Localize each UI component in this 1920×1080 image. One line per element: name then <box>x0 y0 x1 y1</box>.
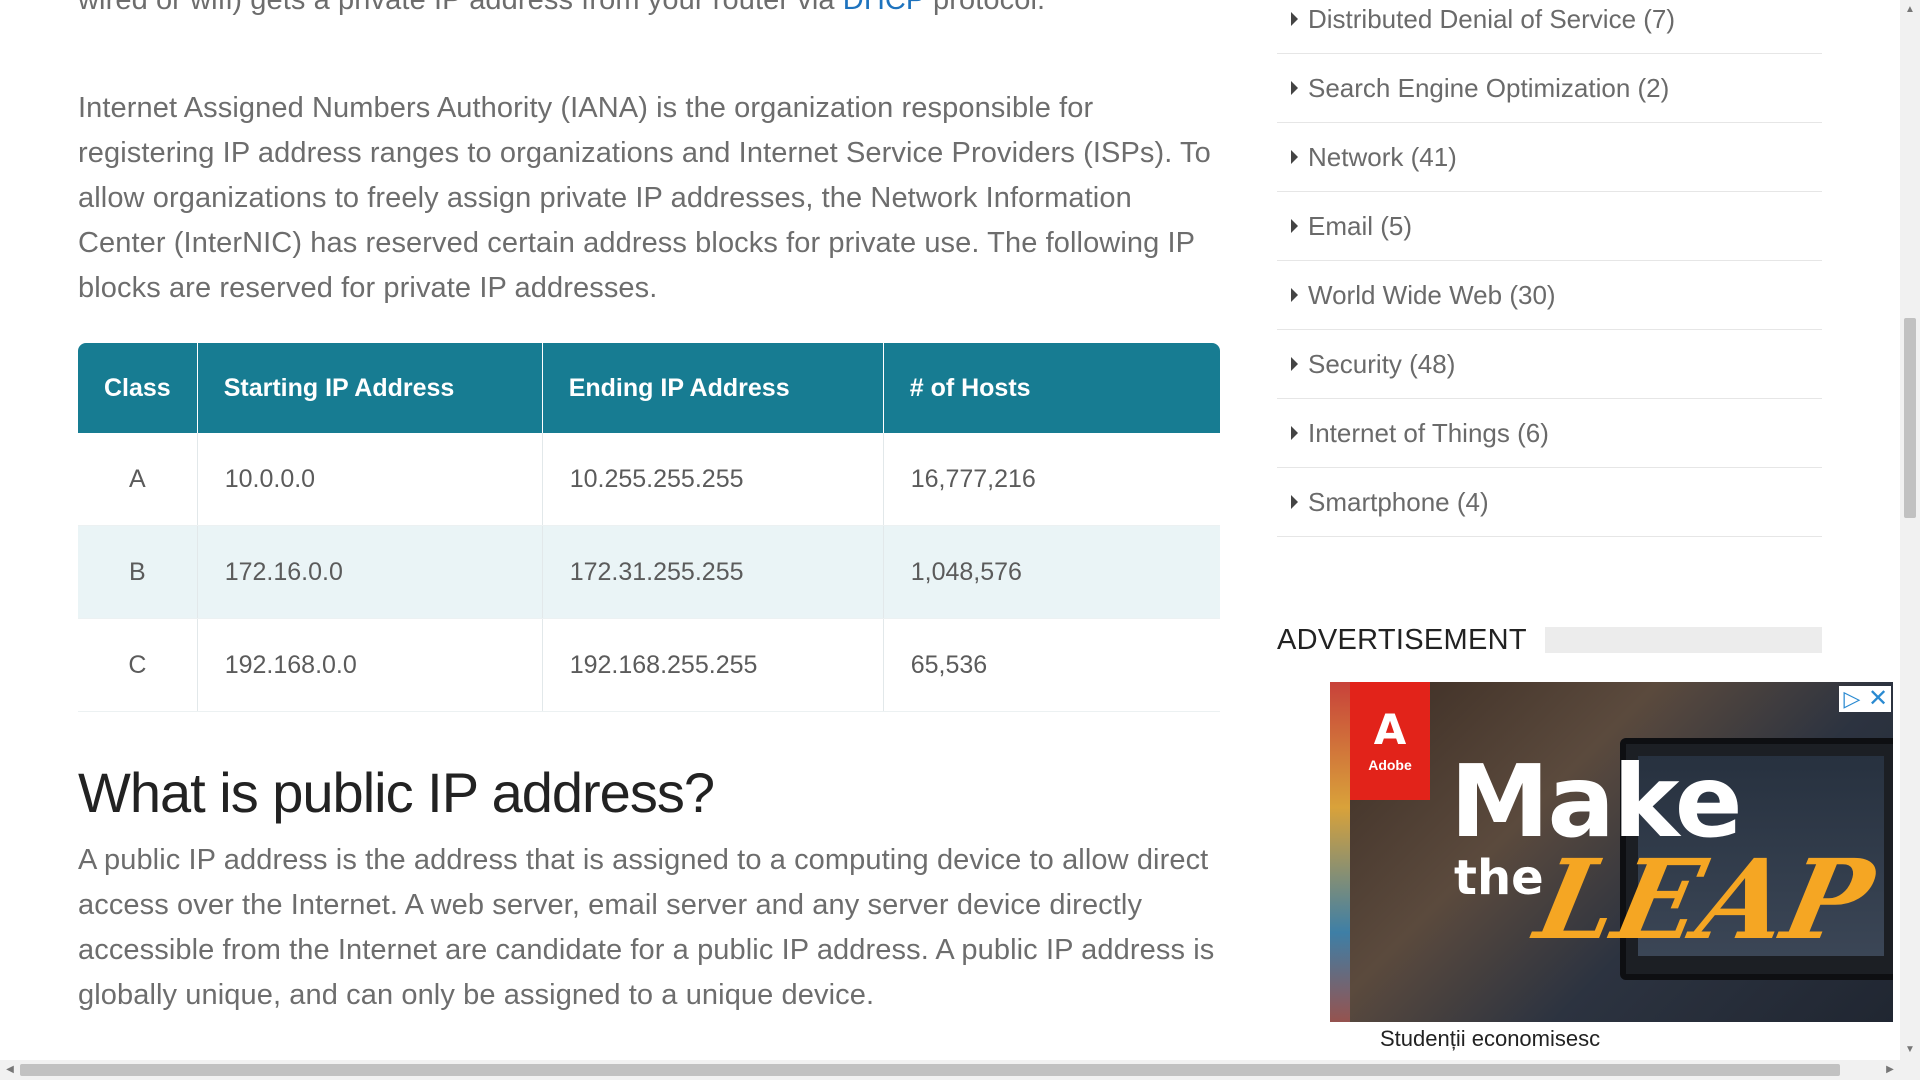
category-list: Distributed Denial of Service (7) Search… <box>1277 0 1822 537</box>
horizontal-scrollbar[interactable]: ◀ ▶ <box>0 1060 1920 1080</box>
scroll-right-icon[interactable]: ▶ <box>1880 1060 1900 1080</box>
ad-bottom-text: Studenții economisesc <box>1380 1026 1601 1051</box>
caret-right-icon <box>1291 219 1298 233</box>
paragraph-text: wired or wifi) gets a private IP address… <box>78 0 843 16</box>
dhcp-link[interactable]: DHCP <box>843 0 925 16</box>
cell-class: C <box>78 618 198 712</box>
ad-headline-the: the <box>1454 850 1544 906</box>
cell-start: 10.0.0.0 <box>197 433 543 526</box>
adobe-logo: A Adobe <box>1350 682 1430 800</box>
category-item-email[interactable]: Email (5) <box>1277 192 1822 261</box>
caret-right-icon <box>1291 357 1298 371</box>
category-item-ddos[interactable]: Distributed Denial of Service (7) <box>1277 0 1822 54</box>
caret-right-icon <box>1291 150 1298 164</box>
section-heading-public-ip: What is public IP address? <box>78 761 715 824</box>
cell-end: 172.31.255.255 <box>542 525 884 619</box>
header-class: Class <box>78 343 198 433</box>
category-item-iot[interactable]: Internet of Things (6) <box>1277 399 1822 468</box>
table-row: A 10.0.0.0 10.255.255.255 16,777,216 <box>78 433 1220 526</box>
cell-hosts: 16,777,216 <box>883 433 1220 526</box>
scroll-up-icon[interactable]: ▲ <box>1900 0 1920 20</box>
cell-start: 192.168.0.0 <box>197 618 543 712</box>
ad-headline-leap: LEAP <box>1526 835 1884 964</box>
cell-hosts: 1,048,576 <box>883 525 1220 619</box>
table-row: C 192.168.0.0 192.168.255.255 65,536 <box>78 618 1220 712</box>
adobe-logo-mark: A <box>1373 705 1407 754</box>
header-starting-ip: Starting IP Address <box>197 343 543 433</box>
category-label: Distributed Denial of Service (7) <box>1308 3 1676 34</box>
category-item-smartphone[interactable]: Smartphone (4) <box>1277 468 1822 537</box>
category-item-seo[interactable]: Search Engine Optimization (2) <box>1277 54 1822 123</box>
cell-end: 192.168.255.255 <box>542 618 884 712</box>
paragraph-text-tail: protocol. <box>924 0 1046 16</box>
cell-class: B <box>78 525 198 619</box>
caret-right-icon <box>1291 12 1298 26</box>
advertisement-banner[interactable]: A Adobe Make the LEAP Studenții economis… <box>1330 682 1893 1058</box>
category-item-network[interactable]: Network (41) <box>1277 123 1822 192</box>
category-label: Smartphone (4) <box>1308 486 1489 517</box>
vertical-scroll-thumb[interactable] <box>1904 318 1916 518</box>
category-label: World Wide Web (30) <box>1308 279 1556 310</box>
paragraph-dhcp: wired or wifi) gets a private IP address… <box>78 0 1220 23</box>
ad-decoration <box>1330 682 1350 1058</box>
horizontal-scroll-thumb[interactable] <box>20 1064 1840 1076</box>
caret-right-icon <box>1291 426 1298 440</box>
paragraph-iana: Internet Assigned Numbers Authority (IAN… <box>78 92 1211 304</box>
category-label: Search Engine Optimization (2) <box>1308 72 1670 103</box>
adobe-logo-name: Adobe <box>1368 757 1412 773</box>
caret-right-icon <box>1291 288 1298 302</box>
adchoices-icon[interactable]: ▷ <box>1839 686 1865 712</box>
advertisement-heading: ADVERTISEMENT <box>1277 620 1822 660</box>
heading-divider <box>1544 627 1822 653</box>
table-row: B 172.16.0.0 172.31.255.255 1,048,576 <box>78 525 1220 619</box>
cell-start: 172.16.0.0 <box>197 525 543 619</box>
category-label: Email (5) <box>1308 210 1413 241</box>
category-item-www[interactable]: World Wide Web (30) <box>1277 261 1822 330</box>
private-ip-table: Class Starting IP Address Ending IP Addr… <box>78 343 1220 712</box>
category-label: Internet of Things (6) <box>1308 417 1549 448</box>
category-label: Security (48) <box>1308 348 1456 379</box>
paragraph-public-ip: A public IP address is the address that … <box>78 844 1215 1011</box>
advertisement-label: ADVERTISEMENT <box>1277 623 1527 656</box>
header-hosts: # of Hosts <box>883 343 1220 433</box>
cell-end: 10.255.255.255 <box>542 433 884 526</box>
category-item-security[interactable]: Security (48) <box>1277 330 1822 399</box>
close-icon[interactable]: ✕ <box>1865 686 1891 712</box>
caret-right-icon <box>1291 495 1298 509</box>
cell-hosts: 65,536 <box>883 618 1220 712</box>
header-ending-ip: Ending IP Address <box>542 343 884 433</box>
scroll-down-icon[interactable]: ▼ <box>1900 1040 1920 1060</box>
scroll-left-icon[interactable]: ◀ <box>0 1060 20 1080</box>
table-header-row: Class Starting IP Address Ending IP Addr… <box>78 343 1220 433</box>
category-label: Network (41) <box>1308 141 1457 172</box>
caret-right-icon <box>1291 81 1298 95</box>
vertical-scrollbar[interactable]: ▲ ▼ <box>1900 0 1920 1060</box>
cell-class: A <box>78 433 198 526</box>
